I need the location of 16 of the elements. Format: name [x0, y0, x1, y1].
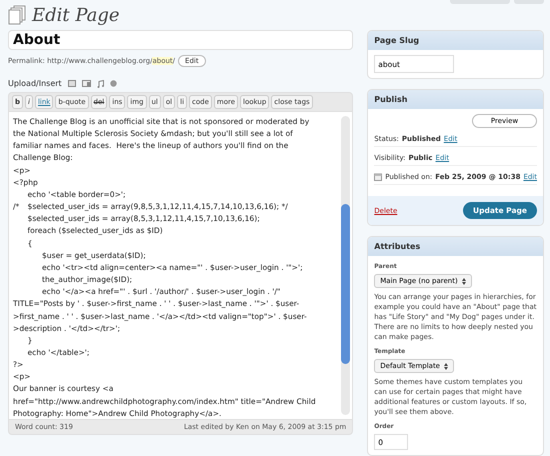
title-field[interactable]: About: [8, 30, 354, 50]
upload-label: Upload/Insert: [8, 79, 62, 88]
media-icon[interactable]: [110, 80, 117, 87]
updown-icon: [444, 362, 448, 370]
panel-title: Page Slug: [368, 31, 543, 50]
scrollbar[interactable]: [341, 116, 350, 415]
panel-title: Attributes: [368, 237, 543, 256]
video-icon[interactable]: [82, 80, 91, 87]
content-editor[interactable]: [8, 112, 354, 420]
updown-icon: [462, 278, 466, 284]
calendar-icon: [374, 173, 382, 181]
panel-title: Publish: [368, 90, 543, 109]
image-icon[interactable]: [68, 80, 76, 87]
music-icon[interactable]: [96, 80, 104, 88]
page-title: Edit Page: [32, 4, 120, 26]
pages-icon: [8, 5, 26, 25]
